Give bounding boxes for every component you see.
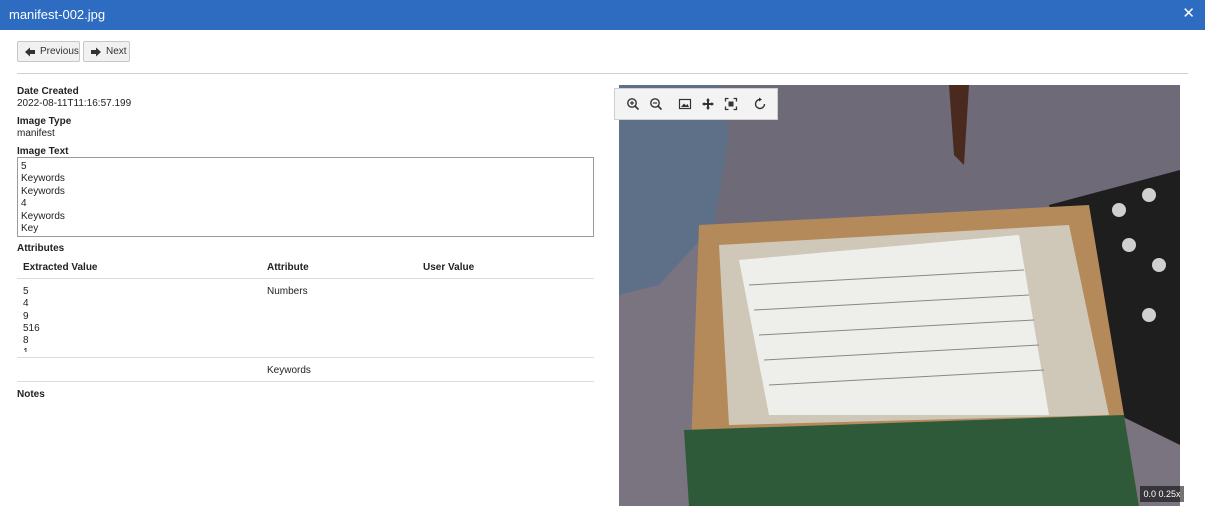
manifest-photo <box>619 85 1180 506</box>
move-icon[interactable] <box>698 94 718 114</box>
image-text-line: 5 <box>21 161 27 172</box>
date-created-value: 2022-08-11T11:16:57.199 <box>17 98 132 109</box>
arrow-left-icon <box>24 46 36 58</box>
viewer-toolbar <box>614 88 778 120</box>
zoom-out-icon[interactable] <box>646 94 666 114</box>
previous-button[interactable]: Previous <box>17 41 80 62</box>
extracted-value: 8 <box>23 335 29 347</box>
date-created-label: Date Created <box>17 86 79 97</box>
next-label: Next <box>106 46 127 57</box>
table-row-divider <box>17 357 594 358</box>
notes-label: Notes <box>17 389 45 400</box>
extracted-value: 9 <box>23 310 29 322</box>
extracted-value: 516 <box>23 322 40 334</box>
table-row-divider <box>17 381 594 382</box>
image-type-label: Image Type <box>17 116 72 127</box>
attributes-label: Attributes <box>17 243 65 254</box>
image-text-line: Key <box>21 223 39 235</box>
image-text-area[interactable]: 5 Keywords Keywords 4 Keywords Key <box>17 157 594 237</box>
extracted-value: 4 <box>23 298 29 310</box>
image-text-label: Image Text <box>17 146 69 157</box>
window-title: manifest-002.jpg <box>9 7 106 22</box>
attribute-name: Keywords <box>267 365 311 376</box>
fit-screen-icon[interactable] <box>721 94 741 114</box>
window-titlebar: manifest-002.jpg ✕ <box>0 0 1205 30</box>
previous-label: Previous <box>40 46 79 57</box>
extracted-value: 1 <box>23 347 223 352</box>
arrow-right-icon <box>90 46 102 58</box>
table-divider <box>17 278 594 279</box>
zoom-in-icon[interactable] <box>623 94 643 114</box>
rotate-icon[interactable] <box>750 94 770 114</box>
image-text-line: Keywords <box>21 173 65 185</box>
image-text-line: 4 <box>21 198 27 210</box>
image-text-line: Keywords <box>21 185 65 197</box>
next-button[interactable]: Next <box>83 41 130 62</box>
image-icon[interactable] <box>675 94 695 114</box>
divider <box>17 73 1188 74</box>
image-text-line: Keywords <box>21 210 65 222</box>
attribute-name: Numbers <box>267 286 308 297</box>
column-attribute: Attribute <box>267 262 309 273</box>
column-user-value: User Value <box>423 262 475 273</box>
close-icon[interactable]: ✕ <box>1182 6 1195 22</box>
image-viewer[interactable] <box>619 85 1180 506</box>
extracted-value: 5 <box>23 286 29 297</box>
image-type-value: manifest <box>17 128 55 139</box>
column-extracted-value: Extracted Value <box>23 262 98 273</box>
extracted-values-list[interactable]: 5 4 9 516 8 1 <box>23 286 223 352</box>
zoom-readout: 0.0 0.25x <box>1140 486 1184 502</box>
